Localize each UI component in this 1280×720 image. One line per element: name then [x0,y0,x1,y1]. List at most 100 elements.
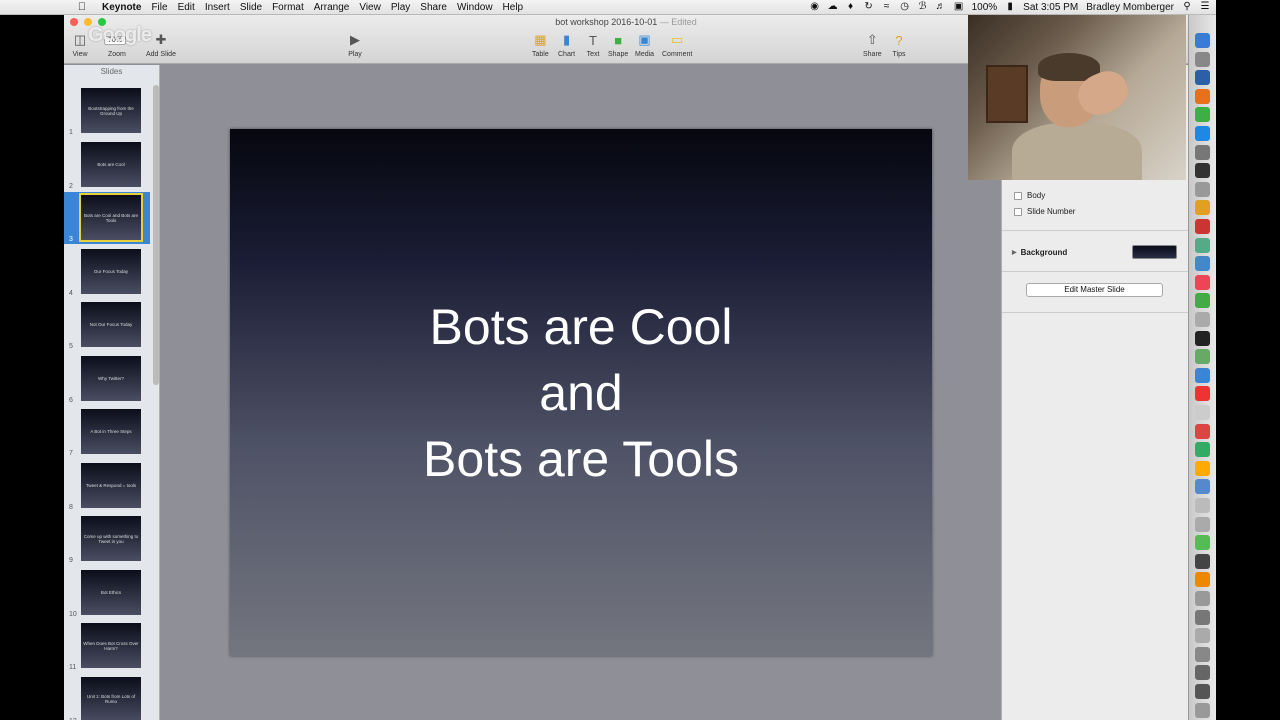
slide-number-checkbox-row[interactable]: Slide Number [1014,207,1075,216]
menu-share[interactable]: Share [415,2,452,13]
menu-window[interactable]: Window [452,2,498,13]
battery-icon[interactable]: ▮ [1005,2,1015,12]
font-book-icon[interactable] [1195,479,1210,495]
finder-icon[interactable] [1195,33,1210,48]
chart-button[interactable]: ▮ Chart [558,32,575,58]
cloud-icon[interactable]: ☁ [828,2,838,12]
system-preferences-icon[interactable] [1195,256,1210,272]
menu-arrange[interactable]: Arrange [309,2,355,13]
stack-icon[interactable] [1195,684,1210,699]
comment-button[interactable]: ▭ Comment [662,32,692,58]
skype-icon[interactable] [1195,460,1210,476]
view-button[interactable]: ◫ View [72,32,88,58]
downloads-icon[interactable] [1195,628,1210,644]
edit-master-slide-button[interactable]: Edit Master Slide [1026,283,1163,297]
calendar-icon[interactable] [1195,144,1210,160]
disclosure-triangle-icon[interactable]: ▶ [1012,249,1017,256]
slide-thumbnail[interactable]: Our Focus Today 4 [64,246,150,298]
network-icon[interactable] [1195,367,1210,383]
excel-icon[interactable] [1195,553,1210,569]
preview-icon[interactable] [1195,405,1210,420]
table-button[interactable]: ▦ Table [532,32,549,58]
play-button[interactable]: ▶ Play [347,32,363,58]
background-color-well[interactable] [1132,245,1177,259]
slide-thumbnail[interactable]: Bots are Cool and Bots are Tools 3 [64,192,150,244]
slide-title-line-1[interactable]: Bots are Cool [430,294,733,360]
pencil-icon[interactable] [1195,516,1210,532]
battery-percent[interactable]: 100% [972,2,998,13]
wifi-icon[interactable]: ≈ [882,2,892,12]
volume-icon[interactable]: ♬ [936,2,946,12]
apple-icon[interactable]:  [75,1,89,13]
notification-center-icon[interactable]: ☰ [1200,2,1210,12]
display-icon[interactable]: ▣ [954,2,964,12]
trash-icon[interactable] [1195,535,1210,551]
menu-insert[interactable]: Insert [200,2,235,13]
current-slide[interactable]: Bots are Cool and Bots are Tools [230,129,932,656]
menu-app-name[interactable]: Keynote [97,2,146,13]
document-icon[interactable] [1195,591,1210,606]
slide-thumbnail[interactable]: A Bot in Three Steps 7 [64,406,150,458]
bluetooth-icon[interactable]: ℬ [918,2,928,12]
textedit-icon[interactable] [1195,181,1210,197]
menu-user[interactable]: Bradley Momberger [1086,2,1174,13]
menu-view[interactable]: View [354,2,386,13]
menu-slide[interactable]: Slide [235,2,267,13]
shape-button[interactable]: ■ Shape [608,32,628,59]
tips-button[interactable]: ? Tips [891,32,907,59]
slide-thumbnail[interactable]: Bots are Cool 2 [64,139,150,191]
slide-title-line-3[interactable]: Bots are Tools [423,426,739,492]
slide-thumbnail[interactable]: Tweet & Respond = tools 8 [64,460,150,512]
slide-thumbnail[interactable]: When Does Bot Cross Over Harm? 11 [64,620,150,672]
document-icon[interactable] [1195,609,1210,625]
stack-icon[interactable] [1195,665,1210,681]
media-button[interactable]: ▣ Media [635,32,654,58]
firefox-icon[interactable] [1195,88,1210,104]
sync-icon[interactable]: ↻ [864,2,874,12]
vlc-icon[interactable] [1195,572,1210,588]
terminal-icon[interactable] [1195,163,1210,179]
xcode-icon[interactable] [1195,386,1210,402]
slide-number-checkbox[interactable] [1014,207,1022,216]
maps-icon[interactable] [1195,237,1210,253]
menu-clock[interactable]: Sat 3:05 PM [1023,2,1078,13]
share-button[interactable]: ⇧ Share [863,32,882,58]
menu-file[interactable]: File [146,2,172,13]
navigator-scrollbar[interactable] [153,85,159,385]
app-icon[interactable] [1195,423,1210,439]
slide-thumbnail[interactable]: Come up with something to Tweet in you 9 [64,513,150,565]
dropbox-icon[interactable]: ♦ [846,2,856,12]
calendar-day-icon[interactable] [1195,219,1210,234]
spotlight-icon[interactable]: ⚲ [1182,2,1192,12]
utility-icon[interactable] [1195,349,1210,365]
vivaldi-icon[interactable] [1195,442,1210,458]
background-row[interactable]: ▶ Background [1012,245,1177,259]
trash-bin-icon[interactable] [1195,702,1210,718]
app-store-icon[interactable] [1195,126,1210,141]
slide-thumbnail[interactable]: Bootstrapping from the Ground Up 1 [64,85,150,137]
notes-icon[interactable] [1195,200,1210,216]
slide-thumbnail[interactable]: Why Twitter? 6 [64,353,150,405]
slide-title-line-2[interactable]: and [539,360,622,426]
pages-icon[interactable] [1195,498,1210,513]
evernote-icon[interactable]: ◉ [810,2,820,12]
menu-help[interactable]: Help [498,2,529,13]
chrome-icon[interactable] [1195,107,1210,123]
text-button[interactable]: T Text [585,32,601,59]
time-machine-icon[interactable]: ◷ [900,2,910,12]
menu-edit[interactable]: Edit [173,2,200,13]
folder-icon[interactable] [1195,646,1210,662]
slide-thumbnail[interactable]: Unit 1: Bots from Lots of Rumo12 [64,674,150,720]
launchpad-icon[interactable] [1195,51,1210,67]
keynote-icon[interactable] [1195,330,1210,346]
slide-thumbnail[interactable]: Bot Ethics 10 [64,567,150,619]
photos-icon[interactable] [1195,312,1210,327]
steam-icon[interactable] [1195,293,1210,309]
itunes-icon[interactable] [1195,274,1210,290]
menu-format[interactable]: Format [267,2,309,13]
safari-icon[interactable] [1195,70,1210,86]
body-checkbox-row[interactable]: Body [1014,191,1045,200]
body-checkbox[interactable] [1014,191,1022,200]
menu-play[interactable]: Play [386,2,415,13]
slide-thumbnail[interactable]: Not Our Focus Today 5 [64,299,150,351]
